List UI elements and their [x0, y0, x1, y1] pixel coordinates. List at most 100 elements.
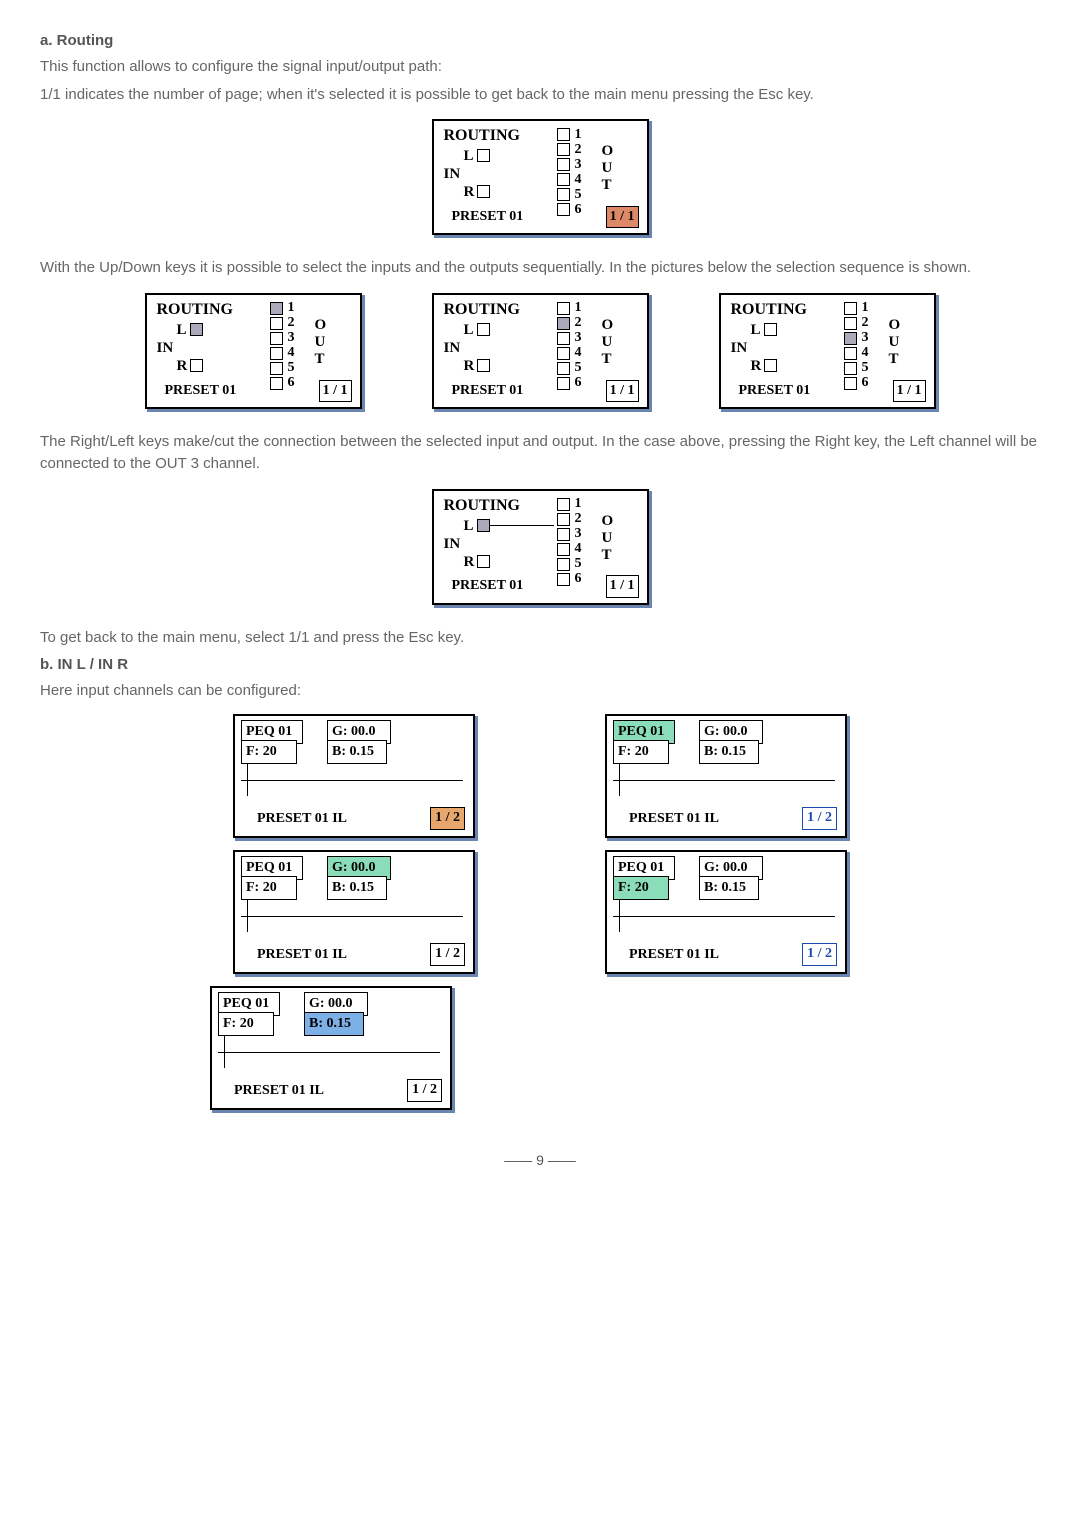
peq-page-indicator[interactable]: 1 / 2 [430, 807, 465, 829]
routing-out-label: OUT [602, 513, 614, 564]
out-box-2[interactable] [270, 317, 283, 330]
out-box-1[interactable] [844, 302, 857, 315]
out-box-3[interactable] [557, 528, 570, 541]
routing-in-label: IN [444, 164, 461, 186]
routing-panel-seq-3: ROUTING L IN R PRESET 01 1 2 3 4 5 6 OUT… [719, 293, 936, 409]
para-1: This function allows to configure the si… [40, 56, 1040, 78]
out-box-4[interactable] [557, 543, 570, 556]
out-num-6: 6 [862, 373, 869, 393]
out-box-6[interactable] [270, 377, 283, 390]
routing-page-indicator[interactable]: 1 / 1 [319, 380, 352, 402]
routing-panel-1: ROUTING L IN R PRESET 01 1 2 3 4 5 6 O U… [432, 119, 649, 235]
routing-l-label: L [464, 516, 474, 538]
out-box-4[interactable] [557, 173, 570, 186]
peq-cell-b[interactable]: B: 0.15 [699, 740, 759, 764]
out-box-4[interactable] [844, 347, 857, 360]
out-num-6: 6 [575, 373, 582, 393]
out-box-5[interactable] [557, 188, 570, 201]
out-box-1[interactable] [557, 128, 570, 141]
peq-cell-b[interactable]: B: 0.15 [327, 740, 387, 764]
out-box-3[interactable] [844, 332, 857, 345]
peq-cell-f[interactable]: F: 20 [613, 876, 669, 900]
peq-preset: PRESET 01 IL [257, 809, 347, 829]
routing-out-column: 1 2 3 4 5 6 [557, 497, 582, 587]
out-box-1[interactable] [270, 302, 283, 315]
routing-l-box[interactable] [477, 323, 490, 336]
out-box-2[interactable] [844, 317, 857, 330]
routing-l-label: L [464, 320, 474, 342]
routing-l-label: L [751, 320, 761, 342]
routing-page-indicator[interactable]: 1 / 1 [893, 380, 926, 402]
out-box-3[interactable] [557, 332, 570, 345]
out-box-1[interactable] [557, 498, 570, 511]
routing-title: ROUTING [157, 298, 233, 321]
routing-out-column: 1 2 3 4 5 6 [270, 301, 295, 391]
out-box-6[interactable] [557, 573, 570, 586]
peq-graph [218, 1036, 440, 1068]
out-box-3[interactable] [557, 158, 570, 171]
out-box-2[interactable] [557, 317, 570, 330]
out-box-4[interactable] [557, 347, 570, 360]
routing-r-box[interactable] [190, 359, 203, 372]
section-a-heading: a. Routing [40, 30, 1040, 52]
out-box-4[interactable] [270, 347, 283, 360]
routing-in-label: IN [157, 338, 174, 360]
peq-cell-b[interactable]: B: 0.15 [699, 876, 759, 900]
routing-out-label: O U T [602, 143, 614, 194]
routing-r-box[interactable] [477, 359, 490, 372]
out-box-6[interactable] [844, 377, 857, 390]
out-box-2[interactable] [557, 513, 570, 526]
para-3: With the Up/Down keys it is possible to … [40, 257, 1040, 279]
routing-title: ROUTING [444, 298, 520, 321]
peq-preset: PRESET 01 IL [629, 809, 719, 829]
peq-cell-f[interactable]: F: 20 [241, 740, 297, 764]
peq-cell-b[interactable]: B: 0.15 [327, 876, 387, 900]
routing-page-indicator[interactable]: 1 / 1 [606, 575, 639, 597]
routing-l-box[interactable] [764, 323, 777, 336]
routing-r-box[interactable] [764, 359, 777, 372]
out-box-6[interactable] [557, 203, 570, 216]
para-2: 1/1 indicates the number of page; when i… [40, 84, 1040, 106]
peq-page-indicator[interactable]: 1 / 2 [430, 943, 465, 965]
peq-graph [613, 900, 835, 932]
routing-l-box[interactable] [477, 149, 490, 162]
routing-r-label: R [464, 552, 475, 574]
routing-title: ROUTING [444, 494, 520, 517]
section-b-heading: b. IN L / IN R [40, 654, 1040, 676]
peq-page-indicator[interactable]: 1 / 2 [407, 1079, 442, 1101]
peq-cell-b[interactable]: B: 0.15 [304, 1012, 364, 1036]
out-box-5[interactable] [557, 362, 570, 375]
routing-title: ROUTING [731, 298, 807, 321]
routing-panel-connected: ROUTING L IN R PRESET 01 1 2 3 4 5 6 OUT… [432, 489, 649, 605]
peq-panel-2: PEQ 01 G: 00.0 F: 20 B: 0.15 PRESET 01 I… [605, 714, 847, 838]
routing-out-column: 1 2 3 4 5 6 [557, 301, 582, 391]
peq-cell-f[interactable]: F: 20 [241, 876, 297, 900]
peq-cell-f[interactable]: F: 20 [218, 1012, 274, 1036]
peq-page-indicator[interactable]: 1 / 2 [802, 943, 837, 965]
routing-r-box[interactable] [477, 185, 490, 198]
out-box-1[interactable] [557, 302, 570, 315]
page-number: 9 [536, 1152, 544, 1168]
out-box-3[interactable] [270, 332, 283, 345]
routing-r-label: R [464, 182, 475, 204]
routing-preset: PRESET 01 [452, 576, 524, 596]
routing-panel-seq-2: ROUTING L IN R PRESET 01 1 2 3 4 5 6 OUT… [432, 293, 649, 409]
peq-preset: PRESET 01 IL [629, 945, 719, 965]
routing-preset: PRESET 01 [452, 207, 524, 227]
routing-out-label: OUT [889, 317, 901, 368]
routing-l-box[interactable] [190, 323, 203, 336]
routing-page-indicator[interactable]: 1 / 1 [606, 380, 639, 402]
peq-cell-f[interactable]: F: 20 [613, 740, 669, 764]
routing-r-box[interactable] [477, 555, 490, 568]
para-4: The Right/Left keys make/cut the connect… [40, 431, 1040, 475]
routing-panel-seq-1: ROUTING L IN R PRESET 01 1 2 3 4 5 6 OUT… [145, 293, 362, 409]
out-box-6[interactable] [557, 377, 570, 390]
routing-preset: PRESET 01 [739, 381, 811, 401]
routing-page-indicator[interactable]: 1 / 1 [606, 206, 639, 228]
out-box-5[interactable] [844, 362, 857, 375]
peq-page-indicator[interactable]: 1 / 2 [802, 807, 837, 829]
peq-panel-4: PEQ 01 G: 00.0 F: 20 B: 0.15 PRESET 01 I… [605, 850, 847, 974]
out-box-2[interactable] [557, 143, 570, 156]
out-box-5[interactable] [557, 558, 570, 571]
out-box-5[interactable] [270, 362, 283, 375]
